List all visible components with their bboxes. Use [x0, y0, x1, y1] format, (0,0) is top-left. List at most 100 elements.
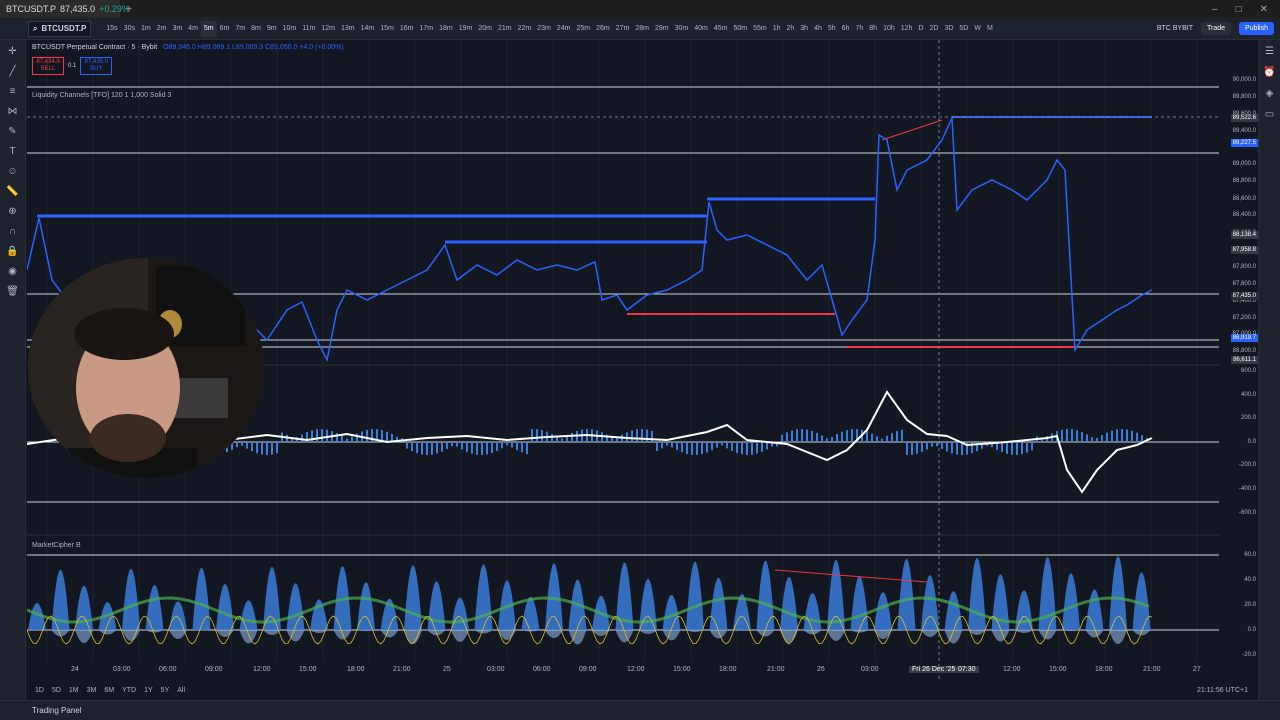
- liquidity-indicator-label[interactable]: Liquidity Channels [TFO] 120 1 1,000 Sol…: [32, 92, 171, 99]
- interval-11m[interactable]: 11m: [299, 21, 318, 37]
- close-window-button[interactable]: ✕: [1260, 4, 1268, 15]
- interval-5h[interactable]: 5h: [825, 21, 839, 37]
- interval-6h[interactable]: 6h: [839, 21, 853, 37]
- layers-icon[interactable]: ◈: [1266, 88, 1274, 99]
- interval-30s[interactable]: 30s: [121, 21, 138, 37]
- interval-12h[interactable]: 12h: [898, 21, 916, 37]
- interval-25m[interactable]: 25m: [573, 21, 593, 37]
- interval-40m[interactable]: 40m: [691, 21, 711, 37]
- interval-1m[interactable]: 1m: [138, 21, 154, 37]
- interval-7h[interactable]: 7h: [852, 21, 866, 37]
- trading-panel-label[interactable]: Trading Panel: [32, 706, 82, 715]
- interval-15m[interactable]: 15m: [377, 21, 397, 37]
- interval-28m[interactable]: 28m: [632, 21, 652, 37]
- interval-2m[interactable]: 2m: [154, 21, 170, 37]
- interval-10h[interactable]: 10h: [880, 21, 898, 37]
- range-1Y[interactable]: 1Y: [144, 687, 153, 694]
- interval-26m[interactable]: 26m: [593, 21, 613, 37]
- minimize-button[interactable]: –: [1212, 4, 1218, 15]
- interval-5m[interactable]: 5m: [200, 20, 217, 37]
- fib-icon[interactable]: ≡: [10, 86, 16, 98]
- interval-50m[interactable]: 50m: [730, 21, 750, 37]
- interval-21m[interactable]: 21m: [495, 21, 515, 37]
- interval-W[interactable]: W: [971, 21, 984, 37]
- interval-3D[interactable]: 3D: [941, 21, 956, 37]
- buy-button[interactable]: 87,435.0 BUY: [80, 57, 113, 75]
- interval-12m[interactable]: 12m: [318, 21, 338, 37]
- interval-6m[interactable]: 6m: [217, 21, 233, 37]
- trash-icon[interactable]: 🗑: [6, 286, 19, 298]
- interval-8h[interactable]: 8h: [866, 21, 880, 37]
- range-3M[interactable]: 3M: [87, 687, 97, 694]
- trendline-icon[interactable]: ╱: [9, 66, 15, 78]
- sell-button[interactable]: 87,434.9 SELL: [32, 57, 64, 75]
- interval-18m[interactable]: 18m: [436, 21, 456, 37]
- price-axis[interactable]: 90,000.089,800.089,600.089,400.089,000.0…: [1220, 40, 1258, 680]
- clock[interactable]: 21:11:56 UTC+1: [1197, 687, 1248, 694]
- interval-M[interactable]: M: [984, 21, 996, 37]
- time-axis[interactable]: 24 03:00 06:00 09:00 12:00 15:00 18:00 21:00 25 0…: [27, 664, 1217, 678]
- range-1M[interactable]: 1M: [69, 687, 79, 694]
- ruler-icon[interactable]: 📏: [6, 186, 18, 198]
- brush-icon[interactable]: ✎: [8, 126, 16, 138]
- range-YTD[interactable]: YTD: [122, 687, 136, 694]
- interval-15s[interactable]: 15s: [103, 21, 120, 37]
- interval-55m[interactable]: 55m: [750, 21, 770, 37]
- browser-tab[interactable]: BTCUSDT.P 87,435.0 +0.29%: [0, 0, 130, 18]
- interval-23m[interactable]: 23m: [534, 21, 554, 37]
- eye-icon[interactable]: ◉: [8, 266, 17, 278]
- trade-button[interactable]: Trade: [1201, 22, 1232, 35]
- interval-45m[interactable]: 45m: [711, 21, 731, 37]
- magnet-icon[interactable]: ∩: [9, 226, 16, 238]
- lock-icon[interactable]: 🔒: [6, 246, 18, 258]
- interval-24m[interactable]: 24m: [554, 21, 574, 37]
- new-tab-button[interactable]: +: [126, 4, 132, 15]
- sell-price: 87,434.9: [36, 59, 60, 65]
- interval-19m[interactable]: 19m: [456, 21, 476, 37]
- interval-5D[interactable]: 5D: [956, 21, 971, 37]
- symbol-search[interactable]: ⌕ BTCUSDT.P: [28, 20, 92, 37]
- exchange-label[interactable]: BTC BYBIT: [1157, 25, 1193, 32]
- watchlist-icon[interactable]: ☰: [1265, 46, 1274, 57]
- chat-icon[interactable]: ▭: [1265, 109, 1274, 120]
- interval-17m[interactable]: 17m: [416, 21, 436, 37]
- interval-29m[interactable]: 29m: [652, 21, 672, 37]
- interval-30m[interactable]: 30m: [672, 21, 692, 37]
- interval-4h[interactable]: 4h: [811, 21, 825, 37]
- interval-16m[interactable]: 16m: [397, 21, 417, 37]
- webcam-overlay: [28, 258, 264, 478]
- publish-button[interactable]: Publish: [1239, 22, 1274, 35]
- range-5Y[interactable]: 5Y: [161, 687, 170, 694]
- interval-4m[interactable]: 4m: [185, 21, 201, 37]
- interval-2h[interactable]: 2h: [783, 21, 797, 37]
- interval-22m[interactable]: 22m: [515, 21, 535, 37]
- mc-wave-up: [169, 601, 187, 630]
- range-1D[interactable]: 1D: [35, 687, 44, 694]
- interval-27m[interactable]: 27m: [613, 21, 633, 37]
- interval-20m[interactable]: 20m: [475, 21, 495, 37]
- alerts-icon[interactable]: ⏰: [1263, 67, 1275, 78]
- interval-7m[interactable]: 7m: [232, 21, 248, 37]
- interval-2D[interactable]: 2D: [927, 21, 942, 37]
- range-All[interactable]: All: [177, 687, 185, 694]
- emoji-icon[interactable]: ☺: [7, 166, 17, 178]
- interval-3m[interactable]: 3m: [169, 21, 185, 37]
- text-icon[interactable]: T: [9, 146, 15, 158]
- interval-9m[interactable]: 9m: [264, 21, 280, 37]
- interval-1h[interactable]: 1h: [770, 21, 784, 37]
- interval-10m[interactable]: 10m: [280, 21, 300, 37]
- interval-3h[interactable]: 3h: [797, 21, 811, 37]
- market-cipher-label[interactable]: MarketCipher B: [32, 542, 81, 549]
- mc-wave-down: [98, 630, 117, 635]
- maximize-button[interactable]: □: [1236, 4, 1242, 15]
- range-5D[interactable]: 5D: [52, 687, 61, 694]
- interval-8m[interactable]: 8m: [248, 21, 264, 37]
- range-6M[interactable]: 6M: [104, 687, 114, 694]
- zoom-icon[interactable]: ⊕: [8, 206, 16, 218]
- spread-value: 0.1: [68, 63, 77, 69]
- interval-D[interactable]: D: [915, 21, 926, 37]
- pattern-icon[interactable]: ⋈: [8, 106, 18, 118]
- interval-13m[interactable]: 13m: [338, 21, 358, 37]
- cursor-icon[interactable]: ✛: [8, 46, 16, 58]
- interval-14m[interactable]: 14m: [358, 21, 378, 37]
